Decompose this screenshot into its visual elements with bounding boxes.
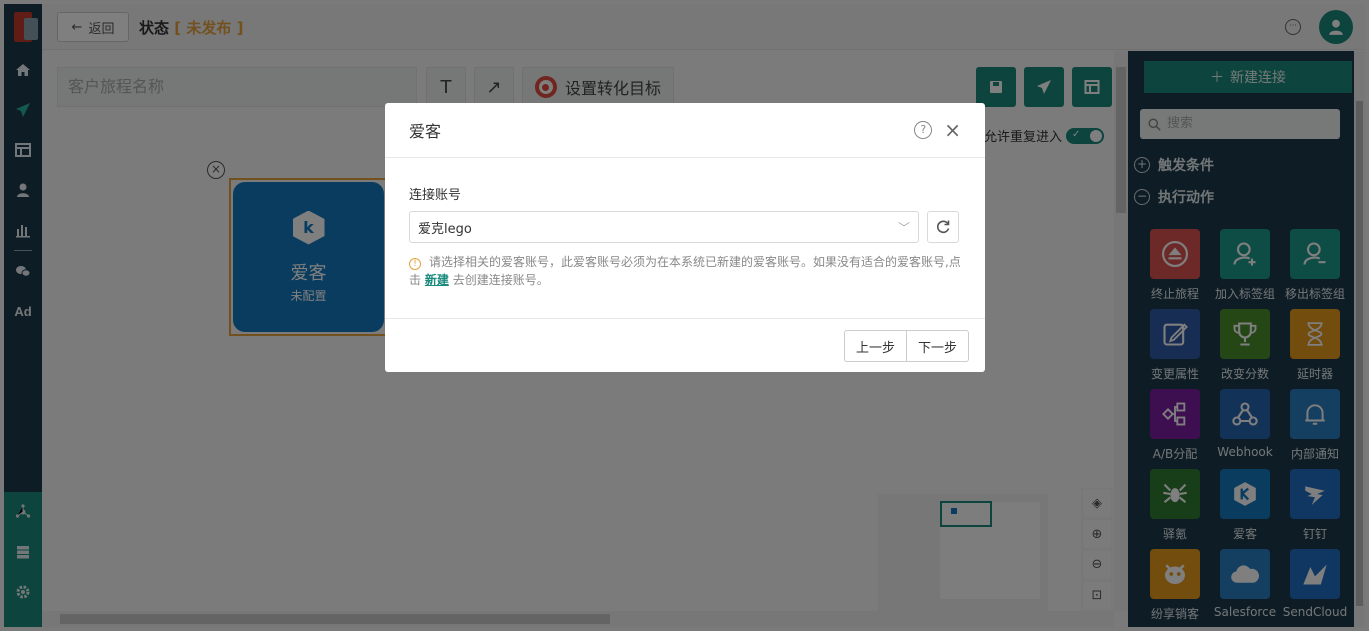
account-field-label: 连接账号 (409, 188, 462, 203)
chevron-down-icon: ﹀ (897, 220, 910, 235)
account-select-value: 爱克lego (418, 221, 472, 237)
warning-icon: ! (409, 258, 421, 270)
refresh-icon (937, 220, 950, 234)
account-select[interactable]: 爱克lego ﹀ (409, 211, 919, 243)
hint-text-end: 去创建连接账号。 (452, 273, 549, 287)
close-icon[interactable]: × (944, 118, 961, 142)
next-step-button[interactable]: 下一步 (905, 330, 969, 362)
help-icon[interactable]: ? (914, 121, 933, 139)
refresh-button[interactable] (927, 211, 959, 243)
dialog-title: 爱客 (409, 122, 442, 141)
create-new-link[interactable]: 新建 (425, 273, 449, 287)
account-hint: ! 请选择相关的爱客账号，此爱客账号必须为在本系统已新建的爱客账号。如果没有适合的… (409, 253, 961, 289)
prev-step-button[interactable]: 上一步 (843, 330, 906, 362)
aike-dialog: 爱客 ? × 连接账号 爱克lego ﹀ ! 请选择相关的爱客账号，此爱客账号必须… (385, 103, 985, 372)
